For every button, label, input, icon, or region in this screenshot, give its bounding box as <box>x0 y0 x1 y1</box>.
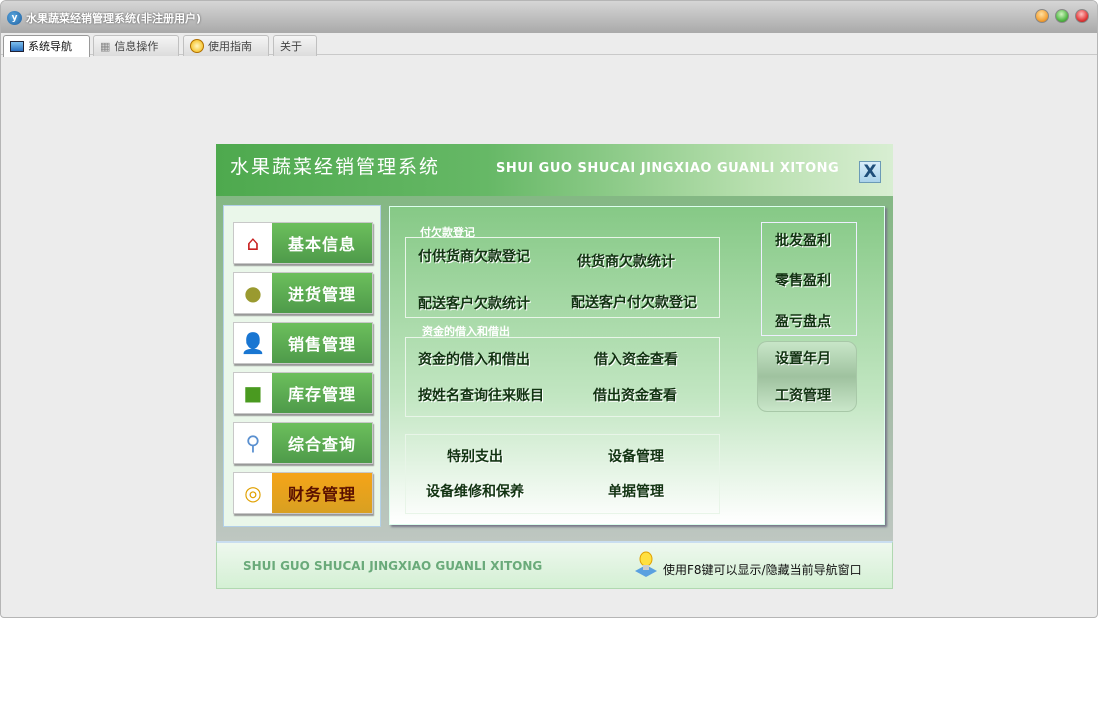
user-bag-icon: 👤 <box>234 323 272 363</box>
nav-label: 销售管理 <box>272 323 372 363</box>
link-borrowed-funds[interactable]: 借入资金查看 <box>594 349 678 369</box>
tab-info-ops[interactable]: ▦ 信息操作 <box>93 35 179 56</box>
nav-sales[interactable]: 👤 销售管理 <box>233 322 373 364</box>
app-window: y 水果蔬菜经销管理系统(非注册用户) 系统导航 ▦ 信息操作 使用指南 关于 水… <box>0 0 1098 618</box>
nav-label: 基本信息 <box>272 223 372 263</box>
help-icon <box>190 39 204 53</box>
tab-label: 使用指南 <box>208 39 252 53</box>
navigation-panel: 水果蔬菜经销管理系统 SHUI GUO SHUCAI JINGXIAO GUAN… <box>216 144 893 589</box>
nav-inventory[interactable]: ■ 库存管理 <box>233 372 373 414</box>
nav-purchase[interactable]: ● 进货管理 <box>233 272 373 314</box>
nav-basic-info[interactable]: ⌂ 基本信息 <box>233 222 373 264</box>
nav-label: 库存管理 <box>272 373 372 413</box>
window-title: 水果蔬菜经销管理系统(非注册用户) <box>26 12 202 25</box>
panel-title: 水果蔬菜经销管理系统 <box>230 156 441 178</box>
panel-body: ⌂ 基本信息 ● 进货管理 👤 销售管理 ■ 库存管理 ⚲ 综合查询 ◎ 财务管理 付欠款登… <box>216 196 893 541</box>
monitor-icon <box>10 41 24 52</box>
nav-finance[interactable]: ◎ 财务管理 <box>233 472 373 514</box>
link-customer-pay-debt[interactable]: 配送客户付欠款登记 <box>571 292 697 312</box>
nav-label: 综合查询 <box>272 423 372 463</box>
nav-label: 财务管理 <box>272 473 372 513</box>
link-equipment[interactable]: 设备管理 <box>608 446 664 466</box>
nav-query[interactable]: ⚲ 综合查询 <box>233 422 373 464</box>
box-icon: ■ <box>234 373 272 413</box>
tab-system-nav[interactable]: 系统导航 <box>3 35 90 57</box>
link-customer-debt-stats[interactable]: 配送客户欠款统计 <box>418 293 530 313</box>
link-set-year-month[interactable]: 设置年月 <box>775 348 831 368</box>
tab-label: 关于 <box>280 39 302 53</box>
nav-label: 进货管理 <box>272 273 372 313</box>
footer-tip: 使用F8键可以显示/隐藏当前导航窗口 <box>663 563 862 577</box>
panel-close-button[interactable]: X <box>859 161 881 183</box>
title-bar: y 水果蔬菜经销管理系统(非注册用户) <box>1 1 1097 33</box>
tab-label: 信息操作 <box>114 39 159 53</box>
tab-bar: 系统导航 ▦ 信息操作 使用指南 关于 <box>1 33 1097 57</box>
link-supplier-debt-stats[interactable]: 供货商欠款统计 <box>577 251 675 271</box>
link-borrow-lend[interactable]: 资金的借入和借出 <box>418 349 530 369</box>
link-wholesale-profit[interactable]: 批发盈利 <box>775 230 831 250</box>
apple-icon: ● <box>234 273 272 313</box>
grid-icon: ▦ <box>100 39 111 53</box>
tab-about[interactable]: 关于 <box>273 35 317 56</box>
coins-icon: ◎ <box>234 473 272 513</box>
link-retail-profit[interactable]: 零售盈利 <box>775 270 831 290</box>
finance-content: 付欠款登记 付供货商欠款登记 供货商欠款统计 配送客户欠款统计 配送客户付欠款登… <box>389 206 885 525</box>
minimize-button[interactable] <box>1035 9 1049 23</box>
panel-header: 水果蔬菜经销管理系统 SHUI GUO SHUCAI JINGXIAO GUAN… <box>216 144 893 196</box>
debt-group-label: 付欠款登记 <box>420 226 475 239</box>
link-pay-supplier-debt[interactable]: 付供货商欠款登记 <box>418 246 530 266</box>
magnifier-icon: ⚲ <box>234 423 272 463</box>
link-query-by-name[interactable]: 按姓名查询往来账目 <box>418 385 544 405</box>
house-icon: ⌂ <box>234 223 272 263</box>
link-lent-funds[interactable]: 借出资金查看 <box>593 385 677 405</box>
tab-label: 系统导航 <box>28 40 72 53</box>
link-equipment-maintenance[interactable]: 设备维修和保养 <box>426 481 524 501</box>
link-documents[interactable]: 单据管理 <box>608 481 664 501</box>
app-logo-icon: y <box>7 11 22 25</box>
lightbulb-icon <box>635 551 657 577</box>
link-profit-loss-check[interactable]: 盈亏盘点 <box>775 311 831 331</box>
link-payroll[interactable]: 工资管理 <box>775 385 831 405</box>
panel-footer: SHUI GUO SHUCAI JINGXIAO GUANLI XITONG 使… <box>216 541 893 589</box>
funds-group-label: 资金的借入和借出 <box>422 325 510 338</box>
panel-subtitle: SHUI GUO SHUCAI JINGXIAO GUANLI XITONG <box>496 161 840 176</box>
close-window-button[interactable] <box>1075 9 1089 23</box>
link-special-expense[interactable]: 特别支出 <box>447 446 503 466</box>
tab-guide[interactable]: 使用指南 <box>183 35 269 56</box>
footer-subtitle: SHUI GUO SHUCAI JINGXIAO GUANLI XITONG <box>243 559 543 573</box>
maximize-button[interactable] <box>1055 9 1069 23</box>
module-nav: ⌂ 基本信息 ● 进货管理 👤 销售管理 ■ 库存管理 ⚲ 综合查询 ◎ 财务管理 <box>223 205 381 527</box>
